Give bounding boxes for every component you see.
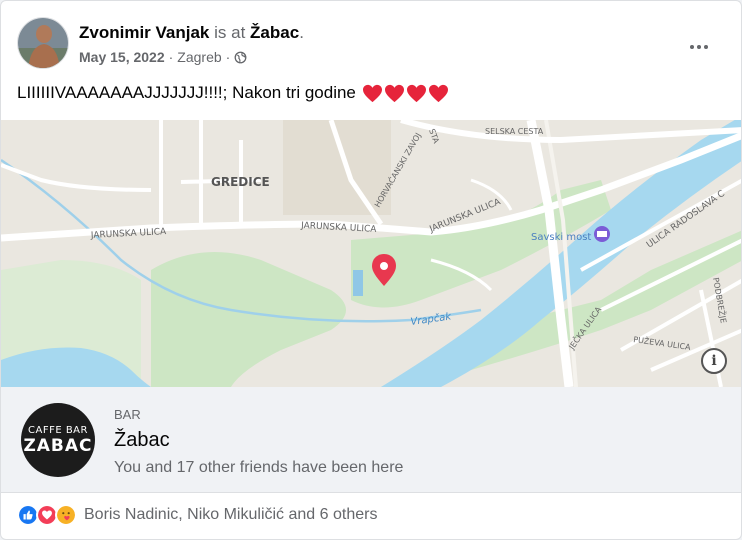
post-header: Zvonimir Vanjak is at Žabac. May 15, 202… xyxy=(17,17,725,73)
reactions-text[interactable]: Boris Nadinic, Niko Mikuličić and 6 othe… xyxy=(84,506,377,524)
post-date[interactable]: May 15, 2022 xyxy=(79,49,165,65)
map-label-selska: SELSKA CESTA xyxy=(485,127,544,136)
logo-line-1: CAFFE BAR xyxy=(28,424,88,436)
map-graphic: GREDICE JARUNSKA ULICA JARUNSKA ULICA JA… xyxy=(1,120,741,387)
place-friends-text: You and 17 other friends have been here xyxy=(114,459,404,476)
map-label-savski-most: Savski most xyxy=(531,232,591,243)
meta-separator: · xyxy=(168,49,174,65)
is-at-text: is at xyxy=(214,23,246,42)
map-label-gredice: GREDICE xyxy=(211,175,270,189)
place-name[interactable]: Žabac xyxy=(114,429,170,452)
dot-icon xyxy=(704,45,708,49)
red-heart-icon xyxy=(384,84,404,102)
post-text-content: LIIIIIIVAAAAAAAJJJJJJJ!!!!; Nakon tri go… xyxy=(17,83,356,102)
dot-icon xyxy=(690,45,694,49)
red-heart-icon xyxy=(406,84,426,102)
place-category: BAR xyxy=(114,407,141,422)
more-options-button[interactable] xyxy=(681,29,717,65)
location-map[interactable]: GREDICE JARUNSKA ULICA JARUNSKA ULICA JA… xyxy=(1,120,741,387)
red-heart-icon xyxy=(428,84,448,102)
post-city[interactable]: Zagreb xyxy=(177,49,221,65)
post-text: LIIIIIIVAAAAAAAJJJJJJJ!!!!; Nakon tri go… xyxy=(17,83,449,103)
period: . xyxy=(299,23,304,42)
author-name[interactable]: Zvonimir Vanjak xyxy=(79,23,209,42)
post-meta: May 15, 2022 · Zagreb · xyxy=(79,49,247,65)
avatar[interactable] xyxy=(17,17,69,69)
post-card: Zvonimir Vanjak is at Žabac. May 15, 202… xyxy=(0,0,742,540)
bridge-icon xyxy=(594,226,610,242)
heart-emojis xyxy=(362,84,449,103)
globe-icon[interactable] xyxy=(234,51,247,64)
place-link[interactable]: Žabac xyxy=(250,23,299,42)
reactions-bar[interactable]: Boris Nadinic, Niko Mikuličić and 6 othe… xyxy=(17,503,377,527)
place-logo[interactable]: CAFFE BAR ZABAC xyxy=(21,403,95,477)
meta-separator-2: · xyxy=(225,49,231,65)
author-line: Zvonimir Vanjak is at Žabac. xyxy=(79,23,304,43)
place-card[interactable]: CAFFE BAR ZABAC BAR Žabac You and 17 oth… xyxy=(1,387,741,493)
care-icon xyxy=(55,504,77,526)
dot-icon xyxy=(697,45,701,49)
logo-line-2: ZABAC xyxy=(23,435,93,456)
map-info-button[interactable]: i xyxy=(701,348,727,374)
red-heart-icon xyxy=(362,84,382,102)
reaction-icons xyxy=(17,504,77,526)
pool xyxy=(353,270,363,296)
